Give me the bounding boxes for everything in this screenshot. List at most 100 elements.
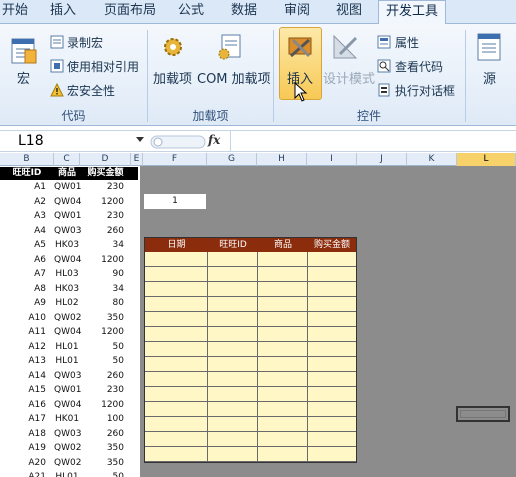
cell-product[interactable]: QW03 xyxy=(54,224,81,240)
addins-gear-icon[interactable] xyxy=(160,34,186,60)
cell-id[interactable]: A18 xyxy=(0,427,46,443)
xml-source-icon[interactable] xyxy=(474,32,504,62)
column-header-b[interactable]: B xyxy=(0,153,54,166)
cell-amount[interactable]: 230 xyxy=(80,383,124,399)
tab-home[interactable]: 开始 xyxy=(0,0,30,24)
view-code-button[interactable]: 查看代码 xyxy=(395,58,443,75)
cell-product[interactable]: QW01 xyxy=(54,180,81,196)
input-cell[interactable]: 1 xyxy=(144,194,206,209)
column-header-h[interactable]: H xyxy=(257,153,307,166)
cell-product[interactable]: QW02 xyxy=(54,311,81,327)
result-row[interactable] xyxy=(145,267,356,282)
cell-id[interactable]: A7 xyxy=(0,267,46,283)
result-row[interactable] xyxy=(145,357,356,372)
result-row[interactable] xyxy=(145,297,356,312)
cell-id[interactable]: A3 xyxy=(0,209,46,225)
cell-product[interactable]: QW02 xyxy=(54,456,81,472)
tab-review[interactable]: 审阅 xyxy=(280,0,314,24)
cell-amount[interactable]: 50 xyxy=(80,354,124,370)
cell-amount[interactable]: 100 xyxy=(80,412,124,428)
cell-id[interactable]: A1 xyxy=(0,180,46,196)
column-header-l[interactable]: L xyxy=(457,153,516,166)
column-header-e[interactable]: E xyxy=(131,153,143,166)
tab-developer[interactable]: 开发工具 xyxy=(378,0,446,25)
result-row[interactable] xyxy=(145,252,356,267)
column-header-f[interactable]: F xyxy=(143,153,207,166)
cell-id[interactable]: A6 xyxy=(0,253,46,269)
cell-product[interactable]: QW04 xyxy=(54,195,81,211)
cell-amount[interactable]: 50 xyxy=(80,340,124,356)
cell-id[interactable]: A2 xyxy=(0,195,46,211)
cell-amount[interactable]: 350 xyxy=(80,311,124,327)
result-row[interactable] xyxy=(145,387,356,402)
cell-product[interactable]: QW01 xyxy=(54,383,81,399)
com-addins-icon[interactable] xyxy=(216,32,246,62)
cell-id[interactable]: A13 xyxy=(0,354,46,370)
cell-amount[interactable]: 1200 xyxy=(80,398,124,414)
result-row[interactable] xyxy=(145,432,356,447)
cell-product[interactable]: QW02 xyxy=(54,441,81,457)
cell-id[interactable]: A16 xyxy=(0,398,46,414)
result-row[interactable] xyxy=(145,447,356,462)
design-mode-icon[interactable] xyxy=(330,32,360,62)
cell-amount[interactable]: 350 xyxy=(80,456,124,472)
run-dialog-button[interactable]: 执行对话框 xyxy=(395,82,455,99)
cell-id[interactable]: A14 xyxy=(0,369,46,385)
cell-amount[interactable]: 230 xyxy=(80,180,124,196)
cell-amount[interactable]: 230 xyxy=(80,209,124,225)
cell-product[interactable]: HL03 xyxy=(54,267,80,283)
formula-input[interactable] xyxy=(230,131,516,151)
cell-product[interactable]: HK01 xyxy=(54,412,80,428)
column-header-j[interactable]: J xyxy=(357,153,407,166)
cell-id[interactable]: A9 xyxy=(0,296,46,312)
cell-amount[interactable]: 34 xyxy=(80,238,124,254)
cell-product[interactable]: QW04 xyxy=(54,325,81,341)
formula-bar-toggle[interactable] xyxy=(150,134,206,149)
visual-basic-icon[interactable] xyxy=(10,36,38,66)
column-header-c[interactable]: C xyxy=(54,153,80,166)
result-row[interactable] xyxy=(145,342,356,357)
cell-amount[interactable]: 260 xyxy=(80,427,124,443)
cell-id[interactable]: A4 xyxy=(0,224,46,240)
cell-id[interactable]: A11 xyxy=(0,325,46,341)
addins-button-label[interactable]: 加载项 xyxy=(153,68,192,87)
cell-product[interactable]: HL01 xyxy=(54,354,80,370)
column-header-d[interactable]: D xyxy=(80,153,131,166)
cell-product[interactable]: QW04 xyxy=(54,253,81,269)
cell-product[interactable]: QW01 xyxy=(54,209,81,225)
tab-page-layout[interactable]: 页面布局 xyxy=(100,0,160,24)
result-row[interactable] xyxy=(145,327,356,342)
cell-id[interactable]: A12 xyxy=(0,340,46,356)
cell-id[interactable]: A20 xyxy=(0,456,46,472)
relative-reference-button[interactable]: 使用相对引用 xyxy=(67,58,139,75)
cell-id[interactable]: A10 xyxy=(0,311,46,327)
result-row[interactable] xyxy=(145,372,356,387)
cell-amount[interactable]: 80 xyxy=(80,296,124,312)
design-mode-label[interactable]: 设计模式 xyxy=(323,68,375,87)
cell-id[interactable]: A5 xyxy=(0,238,46,254)
result-row[interactable] xyxy=(145,417,356,432)
cell-product[interactable]: HK03 xyxy=(54,282,80,298)
result-row[interactable] xyxy=(145,402,356,417)
cell-product[interactable]: QW04 xyxy=(54,398,81,414)
result-row[interactable] xyxy=(145,312,356,327)
macro-security-button[interactable]: 宏安全性 xyxy=(67,82,115,99)
tab-view[interactable]: 视图 xyxy=(332,0,366,24)
properties-button[interactable]: 属性 xyxy=(395,34,419,51)
cell-amount[interactable]: 260 xyxy=(80,369,124,385)
result-row[interactable] xyxy=(145,282,356,297)
cell-product[interactable]: HL01 xyxy=(54,470,80,477)
insert-function-button[interactable]: fx xyxy=(208,133,220,147)
cell-id[interactable]: A19 xyxy=(0,441,46,457)
tab-formulas[interactable]: 公式 xyxy=(174,0,208,24)
cell-product[interactable]: HK03 xyxy=(54,238,80,254)
cell-amount[interactable]: 260 xyxy=(80,224,124,240)
column-header-k[interactable]: K xyxy=(407,153,457,166)
cell-id[interactable]: A17 xyxy=(0,412,46,428)
cell-amount[interactable]: 1200 xyxy=(80,253,124,269)
cell-id[interactable]: A21 xyxy=(0,470,46,477)
cell-amount[interactable]: 34 xyxy=(80,282,124,298)
cell-amount[interactable]: 1200 xyxy=(80,325,124,341)
cell-product[interactable]: HL02 xyxy=(54,296,80,312)
column-header-g[interactable]: G xyxy=(207,153,257,166)
